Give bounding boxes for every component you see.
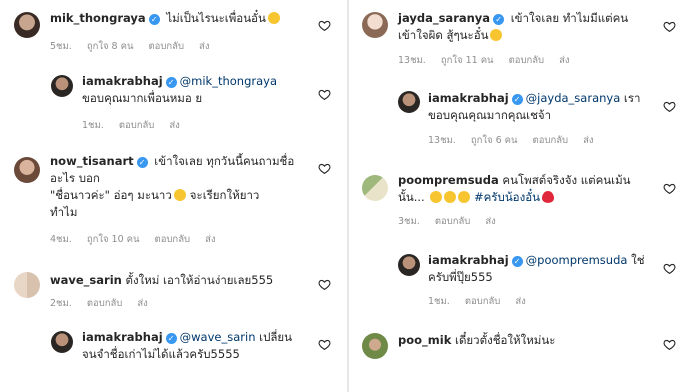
send-button[interactable]: ส่ง [559,55,569,66]
likes-count[interactable]: ถูกใจ 6 คน [471,135,518,146]
username[interactable]: now_tisanart [50,154,134,168]
heart-icon[interactable] [663,338,676,351]
reply-button[interactable]: ตอบกลับ [155,234,191,245]
comment-text: เดี๋ยวตั้งชื่อให้ใหม่นะ [455,333,556,347]
comment-time: 13ชม. [428,135,456,146]
username[interactable]: jayda_saranya [398,11,490,25]
reply-button[interactable]: ตอบกลับ [465,296,501,307]
likes-count[interactable]: ถูกใจ 11 คน [441,55,494,66]
avatar[interactable] [14,272,40,298]
reply-button[interactable]: ตอบกลับ [533,135,569,146]
avatar[interactable] [51,75,73,97]
comment-text: ไม่เป็นไรนะเพื่อนอั๋น [166,11,266,25]
comment-text: ตั้งใหม่ เอาให้อ่านง่ายเลย555 [125,273,274,287]
username[interactable]: poompremsuda [398,173,499,187]
username[interactable]: iamakrabhaj [428,91,509,105]
heart-icon[interactable] [318,162,331,175]
username[interactable]: mik_thongraya [50,11,146,25]
send-button[interactable]: ส่ง [205,234,215,245]
avatar[interactable] [362,12,388,38]
username[interactable]: iamakrabhaj [82,74,163,88]
avatar[interactable] [51,331,73,353]
comment-text: ขอบคุณคุณมากคุณเชจ้า [428,108,552,122]
heart-icon[interactable] [318,278,331,291]
rofl-emoji-icon [444,191,457,203]
comment-text: เรา [623,91,641,105]
avatar[interactable] [14,12,40,38]
verified-badge-icon: ✓ [148,14,160,25]
panel-divider [347,0,349,392]
verified-badge-icon: ✓ [493,14,505,25]
send-button[interactable]: ส่ง [199,41,209,52]
raised-hands-emoji-icon [490,29,503,41]
verified-badge-icon: ✓ [165,333,177,344]
reply-button[interactable]: ตอบกลับ [119,120,155,131]
comment-text: เข้าใจเลย ทำไมมีแต่คน [510,11,629,25]
send-button[interactable]: ส่ง [515,296,525,307]
comment-time: 3ชม. [398,216,420,227]
comment-text: คนโพสต์จริงจัง แต่คนเม้น [502,173,631,187]
verified-badge-icon: ✓ [511,256,523,267]
comment-text: จนจำชื่อเก่าไม่ได้แล้วครับ5555 [82,347,240,361]
username[interactable]: poo_mik [398,333,451,347]
send-button[interactable]: ส่ง [169,120,179,131]
comment-text: จะเรียกให้ยาว [189,188,260,202]
kiss-emoji-icon [267,12,280,24]
send-button[interactable]: ส่ง [583,135,593,146]
send-button[interactable]: ส่ง [485,216,495,227]
comment-text: เข้าใจเลย ทุกวันนี้คนถามชื่อ [154,154,295,168]
heart-icon[interactable] [663,182,676,195]
comment-text: ขอบคุณมากเพื่อนหมอ ย [82,91,203,105]
heart-icon[interactable] [318,88,331,101]
comment-text: "ชื่อนาวค่ะ" อ่อๆ มะนาว [50,188,172,202]
comment-text: เข้าใจผิด สู้ๆนะอั๋น [398,28,489,42]
verified-badge-icon: ✓ [511,94,523,105]
rofl-emoji-icon [458,191,471,203]
comment-text: นั้น... [398,190,425,204]
comment-text: ทำไม [50,205,78,219]
username[interactable]: wave_sarin [50,273,122,287]
likes-count[interactable]: ถูกใจ 10 คน [87,234,140,245]
mention-link[interactable]: @wave_sarin [180,330,256,344]
eye-roll-emoji-icon [173,189,186,201]
mention-link[interactable]: @poompremsuda [526,253,628,267]
avatar[interactable] [398,254,420,276]
username[interactable]: iamakrabhaj [428,253,509,267]
mention-link[interactable]: @jayda_saranya [526,91,621,105]
send-button[interactable]: ส่ง [137,298,147,309]
comment-text: ครับพี่ปุ๊ย555 [428,270,493,284]
reply-button[interactable]: ตอบกลับ [87,298,123,309]
rofl-emoji-icon [430,191,443,203]
username[interactable]: iamakrabhaj [82,330,163,344]
heart-icon[interactable] [663,262,676,275]
heart-icon[interactable] [663,100,676,113]
comment-text: เปลี่ยน [259,330,293,344]
mention-link[interactable]: @mik_thongraya [180,74,277,88]
comment-text: อะไร บอก [50,171,100,185]
heart-icon[interactable] [318,338,331,351]
heart-icon[interactable] [663,20,676,33]
heart-icon[interactable] [318,19,331,32]
avatar[interactable] [398,91,420,113]
reply-button[interactable]: ตอบกลับ [435,216,471,227]
likes-count[interactable]: ถูกใจ 8 คน [87,41,134,52]
avatar[interactable] [362,175,388,201]
verified-badge-icon: ✓ [165,77,177,88]
avatar[interactable] [14,157,40,183]
comment-time: 1ชม. [82,120,104,131]
hashtag-link[interactable]: #ครับน้องอั๋น [474,190,540,204]
red-heart-emoji-icon [541,191,554,203]
reply-button[interactable]: ตอบกลับ [509,55,545,66]
comment-time: 1ชม. [428,296,450,307]
comment-time: 5ชม. [50,41,72,52]
avatar[interactable] [362,333,388,359]
comment-time: 4ชม. [50,234,72,245]
comment-time: 13ชม. [398,55,426,66]
comment-time: 2ชม. [50,298,72,309]
comment-text: ใช่ [631,253,645,267]
verified-badge-icon: ✓ [136,157,148,168]
reply-button[interactable]: ตอบกลับ [149,41,185,52]
